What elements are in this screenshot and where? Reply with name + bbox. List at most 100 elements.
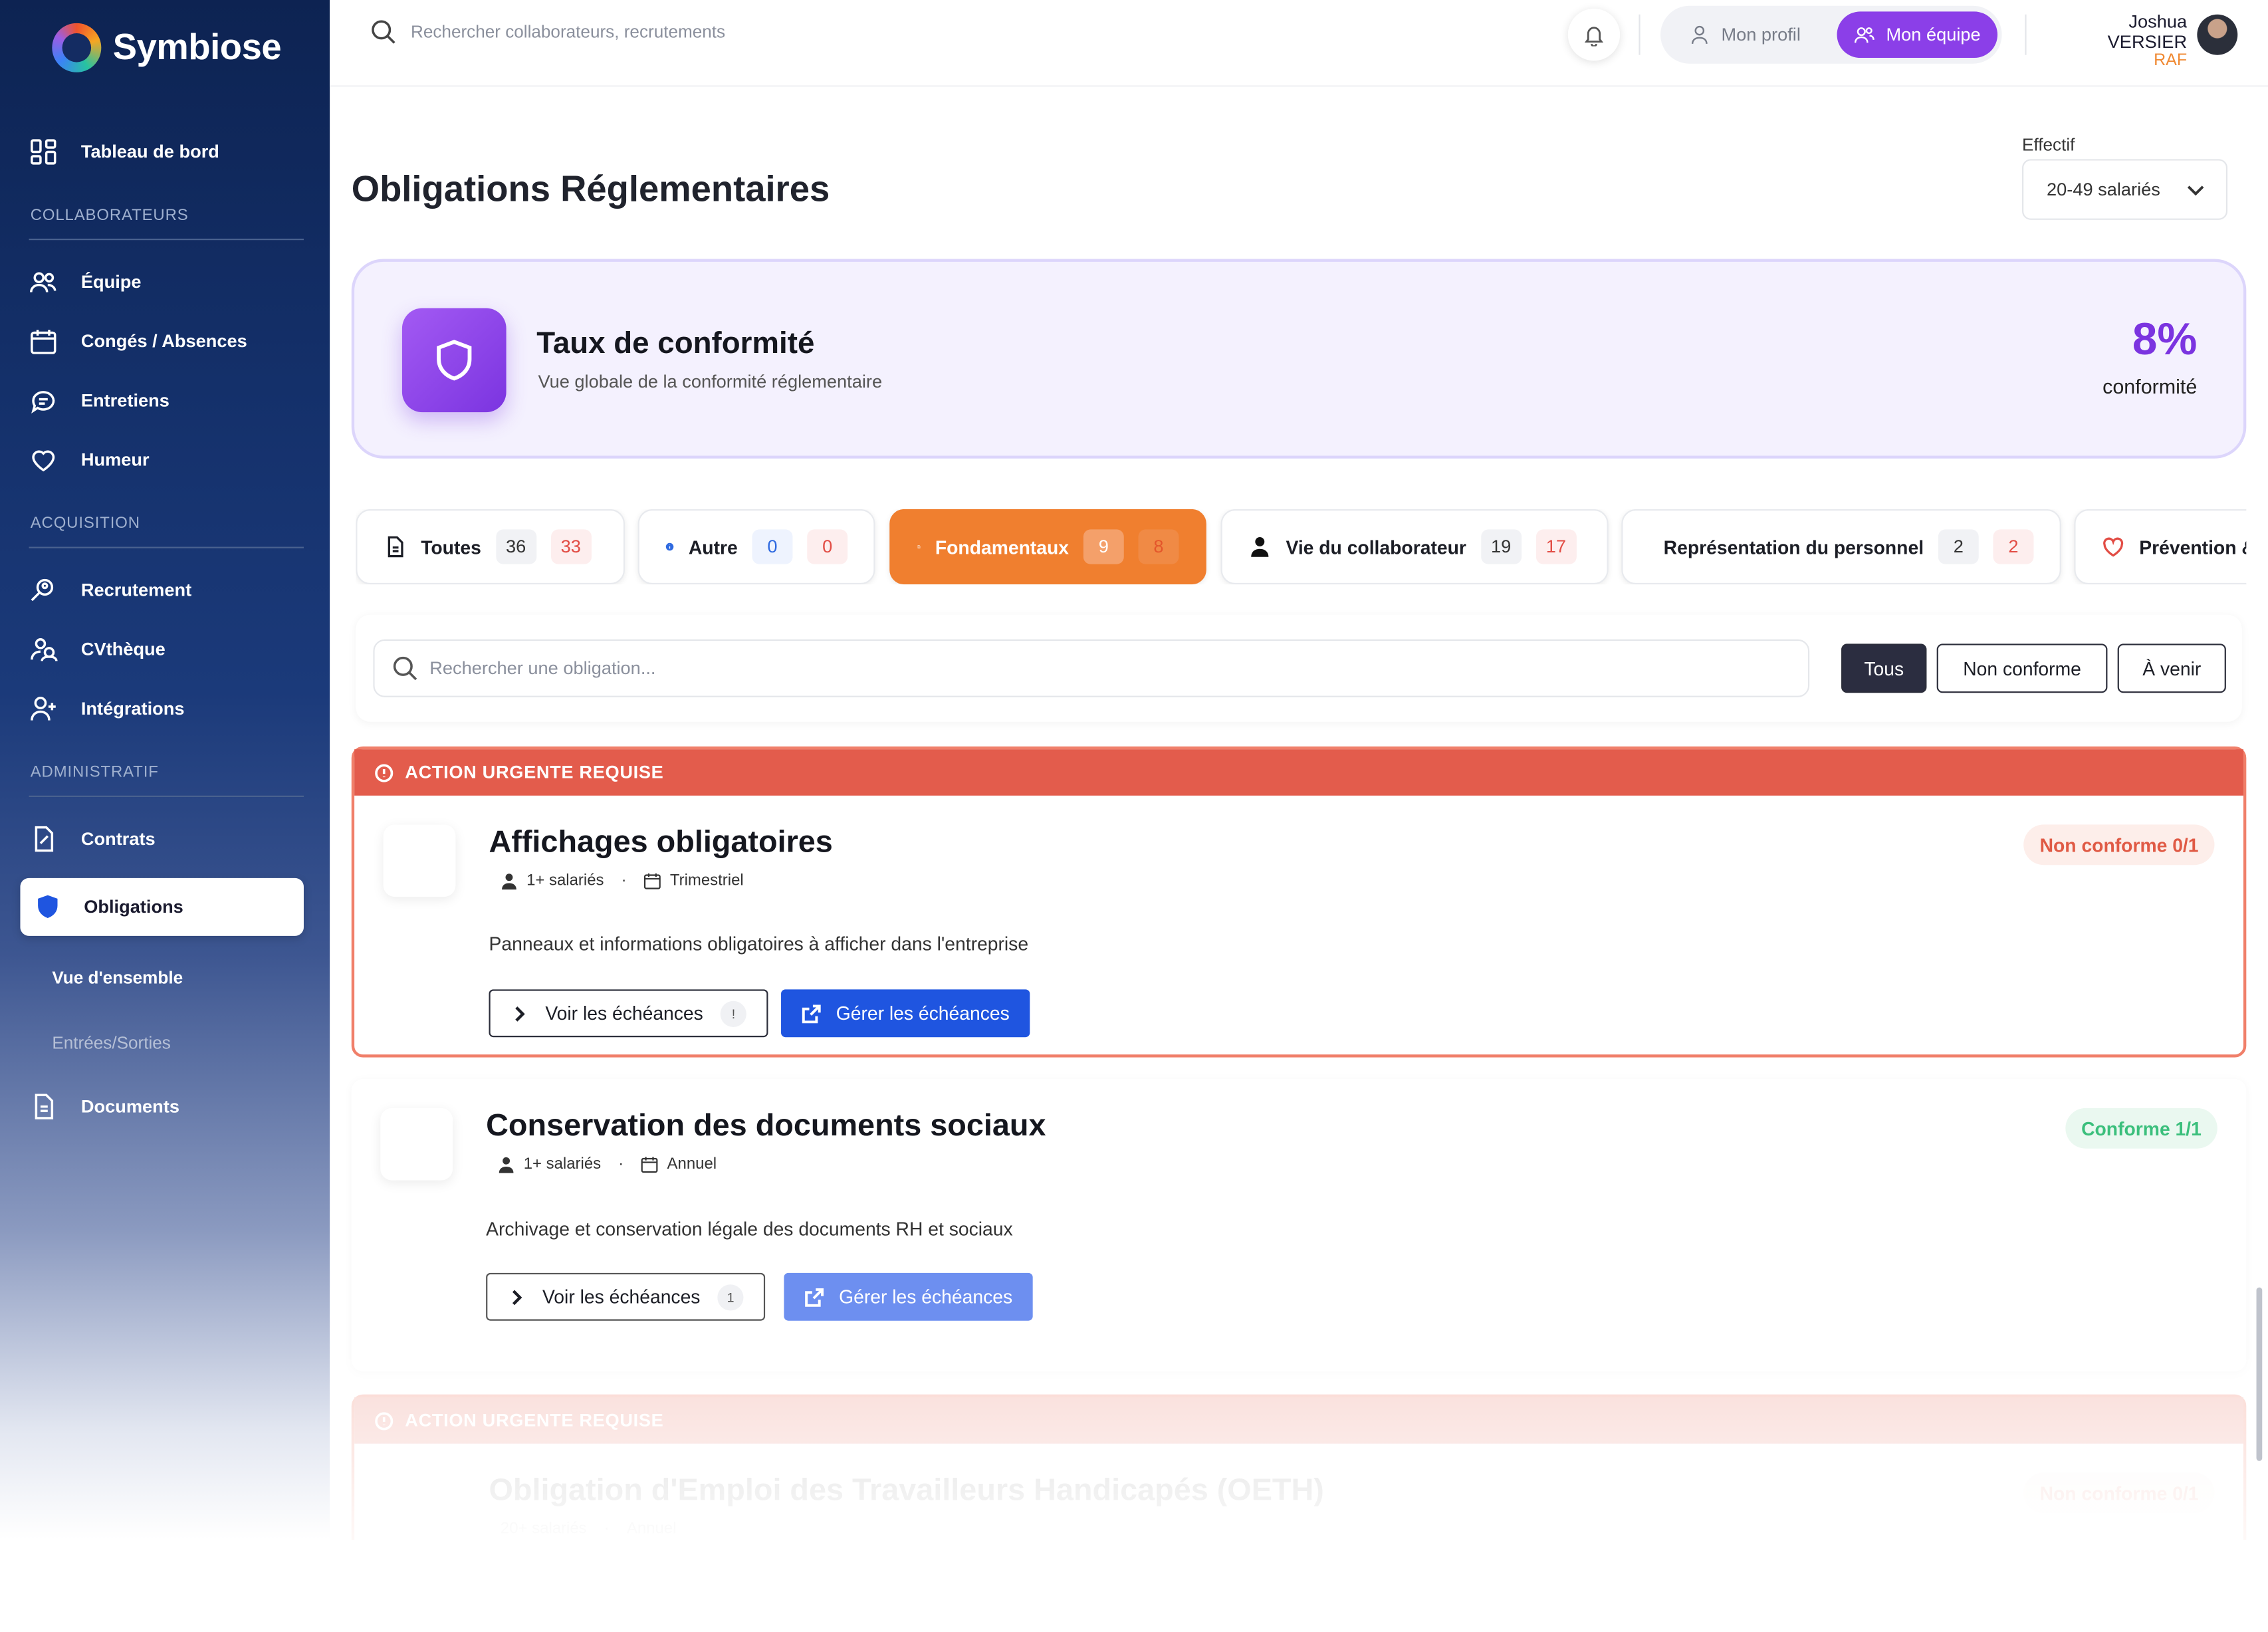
obligation-title: Affichages obligatoires — [489, 824, 833, 860]
mon-profil-button[interactable]: Mon profil — [1672, 11, 1818, 58]
gerer-echeances-button[interactable]: Gérer les échéances — [781, 989, 1030, 1038]
sidebar-item-label: Intégrations — [80, 699, 185, 719]
tab-label: Représentation du personnel — [1663, 536, 1924, 558]
divider — [29, 239, 304, 241]
tab-alert-count: 8 — [1138, 529, 1179, 564]
sidebar-item-dashboard[interactable]: Tableau de bord — [29, 138, 219, 167]
tab-vie-du-collaborateur[interactable]: Vie du collaborateur 19 17 — [1220, 509, 1609, 585]
sidebar-item-equipe[interactable]: Équipe — [29, 268, 142, 297]
user-menu[interactable]: Joshua VERSIER RAF — [2051, 11, 2187, 69]
heart-icon — [32, 450, 55, 472]
tab-representation-du-personnel[interactable]: Représentation du personnel 2 2 — [1621, 509, 2061, 585]
sidebar-item-cvtheque[interactable]: CVthèque — [29, 635, 166, 664]
sidebar-subitem-entrees-sorties[interactable]: Entrées/Sorties — [52, 1033, 171, 1053]
gerer-echeances-label: Gérer les échéances — [836, 1002, 1010, 1024]
search-icon — [372, 20, 396, 44]
obligation-salaries: 20+ salariés — [500, 1520, 587, 1538]
bell-icon — [1584, 27, 1604, 47]
mon-profil-label: Mon profil — [1721, 24, 1801, 45]
filter-a-venir-button[interactable]: À venir — [2117, 643, 2226, 693]
sidebar-item-obligations[interactable]: Obligations — [20, 877, 304, 936]
filter-non-conforme-button[interactable]: Non conforme — [1936, 643, 2108, 693]
sidebar-item-integrations[interactable]: Intégrations — [29, 694, 185, 723]
obligation-search-input[interactable]: Rechercher une obligation... — [373, 639, 1810, 697]
tab-prevention[interactable]: Prévention & — [2074, 509, 2247, 585]
scrollbar[interactable] — [2256, 1287, 2263, 1461]
shield-icon — [38, 895, 58, 919]
chevron-right-icon — [515, 1005, 525, 1021]
tab-autre[interactable]: Autre 0 0 — [637, 509, 875, 585]
conformite-subtitle: Vue globale de la conformité réglementai… — [538, 372, 883, 392]
effectif-select[interactable]: 20-49 salariés — [2022, 159, 2228, 220]
voir-echeances-button[interactable]: Voir les échéances 1 — [486, 1272, 766, 1321]
sidebar-item-entretiens[interactable]: Entretiens — [29, 386, 170, 415]
obligation-card: ACTION URGENTE REQUISE Obligation d'Empl… — [351, 1394, 2247, 1554]
mon-equipe-button[interactable]: Mon équipe — [1837, 11, 1998, 58]
filter-tous-button[interactable]: Tous — [1841, 643, 1927, 693]
sidebar-item-label: Contrats — [80, 828, 156, 850]
page-title: Obligations Réglementaires — [351, 169, 830, 210]
voir-echeances-button[interactable]: Voir les échéances ! — [489, 989, 768, 1038]
urgent-label: ACTION URGENTE REQUISE — [405, 762, 664, 783]
tab-fondamentaux[interactable]: Fondamentaux 9 8 — [889, 509, 1206, 585]
urgent-banner: ACTION URGENTE REQUISE — [354, 749, 2243, 796]
alert-icon — [375, 763, 394, 782]
sidebar: Symbiose Tableau de bord COLLABORATEURS … — [0, 0, 330, 1540]
obligation-frequency: Annuel — [626, 1520, 677, 1538]
chat-icon — [31, 391, 55, 414]
obligation-meta: 1+ salariés · Annuel — [498, 1156, 717, 1173]
obligation-salaries: 1+ salariés — [523, 1155, 602, 1173]
tab-label: Autre — [688, 536, 738, 558]
obligation-frequency: Annuel — [667, 1155, 717, 1173]
global-search-placeholder: Rechercher collaborateurs, recrutements — [410, 21, 726, 43]
sidebar-item-conges[interactable]: Congés / Absences — [29, 327, 247, 356]
sidebar-item-label: Entretiens — [80, 390, 170, 411]
sidebar-item-label: Congés / Absences — [80, 331, 247, 352]
gerer-echeances-button[interactable]: Gérer les échéances — [784, 1272, 1033, 1321]
sidebar-item-recrutement[interactable]: Recrutement — [29, 576, 191, 605]
obligation-search-placeholder: Rechercher une obligation... — [429, 658, 656, 679]
user-plus-icon — [31, 697, 56, 721]
sidebar-subitem-vue-ensemble[interactable]: Vue d'ensemble — [52, 968, 183, 988]
document-icon — [917, 545, 921, 549]
meta-separator: · — [618, 1155, 624, 1173]
dashboard-icon — [31, 139, 57, 165]
tab-count: 2 — [1938, 529, 1979, 564]
section-administratif: ADMINISTRATIF — [30, 763, 159, 782]
search-icon — [393, 656, 417, 681]
tab-toutes[interactable]: Toutes 36 33 — [356, 509, 625, 585]
divider — [2025, 14, 2027, 55]
sidebar-item-label: Équipe — [80, 272, 142, 292]
effectif-label: Effectif — [2022, 134, 2075, 155]
tab-count: 0 — [752, 529, 793, 564]
obligation-title: Obligation d'Emploi des Travailleurs Han… — [489, 1472, 1324, 1508]
tab-label: Vie du collaborateur — [1286, 536, 1466, 558]
divider — [29, 546, 304, 548]
obligation-description: Panneaux et informations obligatoires à … — [489, 933, 1029, 955]
sidebar-item-documents[interactable]: Documents — [29, 1092, 179, 1121]
avatar[interactable] — [2197, 14, 2238, 55]
obligation-card: Conservation des documents sociaux 1+ sa… — [351, 1079, 2247, 1371]
page-footer-space — [330, 1539, 2268, 1632]
sidebar-item-humeur[interactable]: Humeur — [29, 445, 150, 475]
calendar-icon — [644, 873, 661, 889]
external-link-icon — [802, 1004, 821, 1023]
app-logo[interactable]: Symbiose — [52, 23, 282, 72]
status-badge: Non conforme 0/1 — [2023, 824, 2215, 866]
tab-alert-count: 17 — [1535, 529, 1577, 564]
tab-alert-count: 33 — [550, 529, 592, 564]
tab-label: Fondamentaux — [935, 536, 1070, 558]
voir-echeances-label: Voir les échéances — [542, 1286, 701, 1308]
global-search[interactable]: Rechercher collaborateurs, recrutements — [370, 19, 725, 45]
people-icon — [31, 638, 58, 661]
chevron-down-icon — [2187, 185, 2204, 196]
sidebar-item-contrats[interactable]: Contrats — [29, 824, 156, 854]
category-tabs: Toutes 36 33 Autre 0 0 Fondamentaux 9 8 … — [356, 509, 2247, 585]
status-badge: Conforme 1/1 — [2065, 1107, 2217, 1149]
notifications-button[interactable] — [1567, 9, 1621, 61]
echeances-count: ! — [720, 1000, 747, 1026]
obligation-card: ACTION URGENTE REQUISE Affichages obliga… — [351, 746, 2247, 1058]
calendar-icon — [641, 1157, 658, 1173]
heart-icon — [2103, 537, 2124, 557]
meta-separator: · — [604, 1520, 610, 1538]
